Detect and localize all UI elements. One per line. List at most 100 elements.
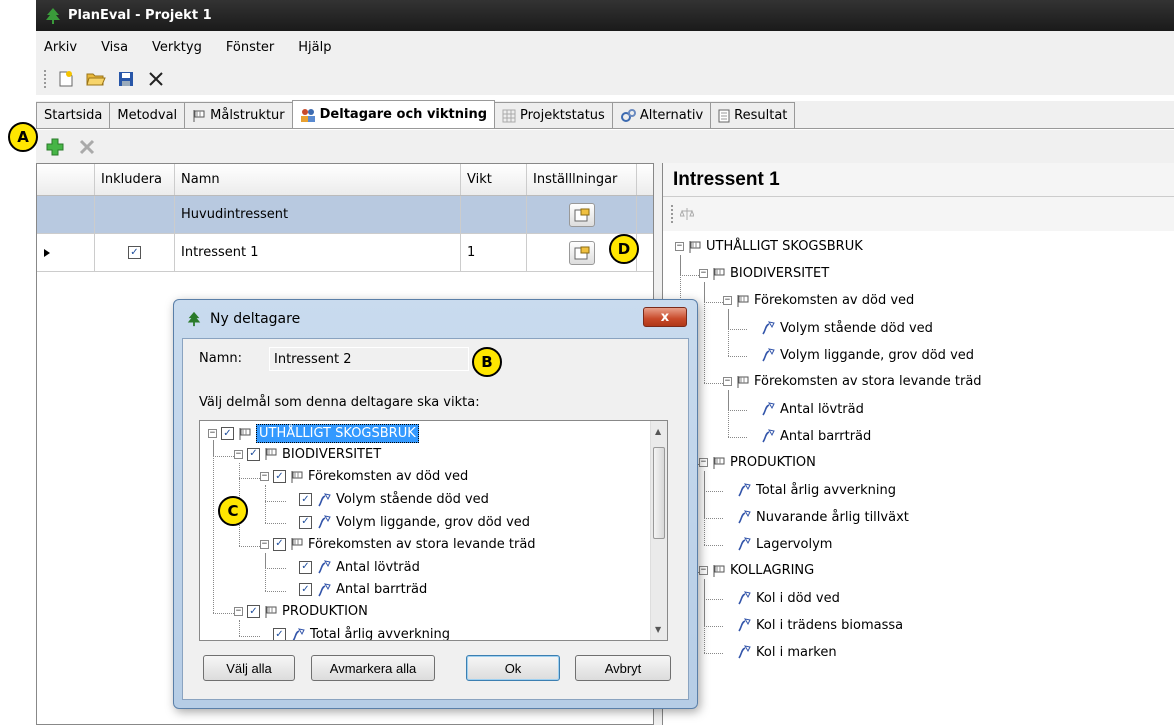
tree-node-leaf[interactable]: Volym liggande, grov död ved [747, 347, 974, 363]
tree-node-leaf[interactable]: ✓ Total årlig avverkning [260, 627, 450, 640]
ok-button[interactable]: Ok [466, 655, 560, 681]
open-folder-button[interactable] [85, 68, 107, 90]
new-file-button[interactable] [55, 68, 77, 90]
column-header-name[interactable]: Namn [175, 164, 461, 195]
tree-connector [704, 579, 705, 653]
tree-node-group[interactable]: − ✓ BIODIVERSITET [234, 447, 381, 462]
tree-node-group[interactable]: − UTHÅLLIGT SKOGSBRUK [675, 239, 863, 254]
name-input[interactable]: Intressent 2 [269, 347, 469, 371]
column-header-weight[interactable]: Vikt [461, 164, 527, 195]
weight-cell[interactable] [461, 196, 527, 233]
tree-checkbox[interactable]: ✓ [299, 515, 312, 529]
tab-malstruktur[interactable]: Målstruktur [184, 102, 293, 128]
tree-node-group[interactable]: − ✓ Förekomsten av stora levande träd [260, 537, 536, 552]
tree-scrollbar[interactable]: ▲ ▼ [650, 421, 667, 640]
tree-node-leaf[interactable]: Volym stående död ved [747, 320, 933, 336]
tree-node-group[interactable]: − BIODIVERSITET [699, 266, 829, 281]
tab-metodval[interactable]: Metodval [109, 102, 186, 128]
tree-node-leaf[interactable]: Kol i marken [723, 644, 837, 660]
tree-node-leaf[interactable]: Lagervolym [723, 536, 832, 552]
leaf-node-icon [760, 401, 776, 417]
tree-node-leaf[interactable]: Total årlig avverkning [723, 482, 896, 498]
menu-visa[interactable]: Visa [101, 40, 128, 55]
scroll-thumb[interactable] [653, 447, 665, 539]
tree-node-group[interactable]: − KOLLAGRING [699, 563, 814, 578]
tree-node-label: Antal lövträd [780, 401, 864, 417]
tree-node-group[interactable]: − PRODUKTION [699, 455, 816, 470]
tree-node-leaf[interactable]: Antal lövträd [747, 401, 864, 417]
tab-alternativ[interactable]: Alternativ [611, 102, 712, 128]
name-cell[interactable]: Huvudintressent [175, 196, 461, 233]
tree-node-leaf[interactable]: ✓ Antal barrträd [286, 582, 427, 598]
save-icon [119, 72, 133, 86]
tree-checkbox[interactable]: ✓ [247, 447, 260, 461]
balance-scale-icon[interactable] [680, 207, 694, 221]
close-project-button[interactable] [145, 68, 167, 90]
toolbar-grip [671, 205, 674, 223]
collapse-icon[interactable]: − [699, 458, 708, 467]
column-header-settings[interactable]: Inställlningar [527, 164, 637, 195]
save-button[interactable] [115, 68, 137, 90]
dialog-close-button[interactable]: x [643, 307, 687, 327]
weight-cell[interactable]: 1 [461, 234, 527, 271]
include-checkbox[interactable]: ✓ [128, 246, 141, 259]
flag-icon [290, 470, 304, 484]
tree-checkbox[interactable]: ✓ [299, 583, 312, 596]
tree-node-group[interactable]: − Förekomsten av död ved [723, 293, 914, 308]
tree-checkbox[interactable]: ✓ [247, 605, 260, 618]
tree-checkbox[interactable]: ✓ [273, 537, 286, 551]
tree-node-leaf[interactable]: Antal barrträd [747, 428, 871, 444]
scroll-down-icon[interactable]: ▼ [655, 625, 661, 634]
callout-d: D [609, 234, 639, 264]
menu-arkiv[interactable]: Arkiv [44, 40, 77, 55]
add-participant-button[interactable] [44, 136, 66, 158]
tree-checkbox[interactable]: ✓ [273, 470, 286, 483]
tree-node-group[interactable]: − ✓ Förekomsten av död ved [260, 469, 468, 484]
tree-node-leaf[interactable]: Nuvarande årlig tillväxt [723, 509, 909, 525]
tab-startsida[interactable]: Startsida [36, 102, 111, 128]
collapse-icon[interactable]: − [675, 242, 684, 251]
tree-node-leaf[interactable]: ✓ Antal lövträd [286, 559, 420, 575]
tab-resultat[interactable]: Resultat [710, 102, 796, 128]
menu-verktyg[interactable]: Verktyg [152, 40, 202, 55]
tab-deltagare-och-viktning[interactable]: Deltagare och viktning [291, 100, 496, 128]
collapse-icon[interactable]: − [260, 472, 269, 481]
tree-connector [728, 329, 747, 330]
name-cell[interactable]: Intressent 1 [175, 234, 461, 271]
collapse-icon[interactable]: − [723, 296, 732, 305]
collapse-icon[interactable]: − [699, 269, 708, 278]
settings-button[interactable] [568, 240, 595, 265]
select-all-button[interactable]: Välj alla [203, 655, 295, 681]
tree-checkbox[interactable]: ✓ [221, 427, 234, 440]
collapse-icon[interactable]: − [208, 429, 217, 438]
menu-hjalp[interactable]: Hjälp [298, 40, 331, 55]
tree-node-leaf[interactable]: ✓ Volym liggande, grov död ved [286, 514, 530, 530]
leaf-node-icon [760, 320, 776, 336]
tree-checkbox[interactable]: ✓ [299, 560, 312, 574]
tree-node-leaf[interactable]: Kol i trädens biomassa [723, 617, 903, 633]
collapse-icon[interactable]: − [260, 539, 269, 549]
collapse-icon[interactable]: − [699, 566, 708, 575]
column-header-include[interactable]: Inkludera [95, 164, 175, 195]
tree-node-group[interactable]: − ✓ PRODUKTION [234, 604, 368, 619]
collapse-icon[interactable]: − [234, 449, 243, 459]
deselect-all-button[interactable]: Avmarkera alla [311, 655, 435, 681]
tree-node-leaf[interactable]: ✓ Volym stående död ved [286, 492, 489, 508]
tree-node-group[interactable]: − Förekomsten av stora levande träd [723, 374, 982, 389]
tree-node-leaf[interactable]: Kol i död ved [723, 590, 840, 606]
tree-checkbox[interactable]: ✓ [273, 628, 286, 640]
settings-button[interactable] [568, 202, 595, 227]
cancel-button[interactable]: Avbryt [575, 655, 671, 681]
collapse-icon[interactable]: − [234, 607, 243, 616]
table-row[interactable]: ✓ Intressent 1 1 [37, 234, 653, 272]
remove-participant-button[interactable] [76, 136, 98, 158]
table-row[interactable]: Huvudintressent [37, 196, 653, 234]
collapse-icon[interactable]: − [723, 377, 732, 386]
menu-fonster[interactable]: Fönster [226, 40, 274, 55]
tree-node-group[interactable]: − ✓ UTHÅLLIGT SKOGSBRUK [208, 424, 419, 443]
scroll-up-icon[interactable]: ▲ [655, 427, 661, 436]
app-tree-icon [187, 311, 201, 327]
tree-checkbox[interactable]: ✓ [299, 493, 312, 506]
goal-selection-tree[interactable]: − ✓ UTHÅLLIGT SKOGSBRUK − ✓ BIODIVERSITET − ✓ Fö… [199, 420, 668, 641]
tab-projektstatus[interactable]: Projektstatus [494, 102, 613, 128]
